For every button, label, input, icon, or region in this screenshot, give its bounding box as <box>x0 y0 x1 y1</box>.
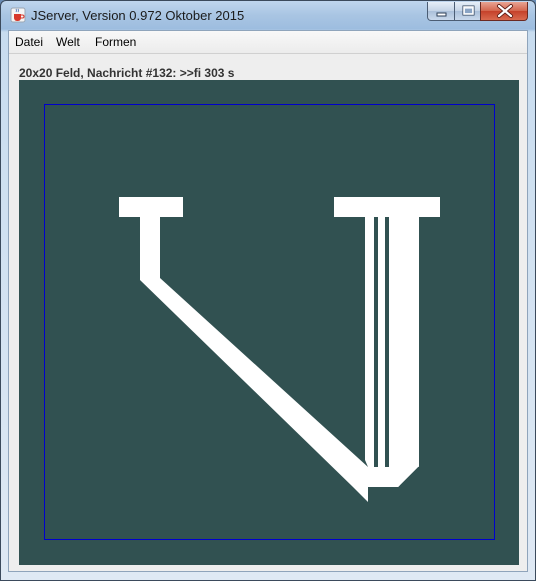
minimize-button[interactable] <box>427 2 455 21</box>
menu-datei[interactable]: Datei <box>15 35 43 49</box>
application-window: JServer, Version 0.972 Oktober 2015 Date… <box>0 0 536 581</box>
menu-bar: Datei Welt Formen <box>9 31 527 54</box>
shape-bottom-foot <box>353 466 419 487</box>
maximize-icon <box>462 5 475 16</box>
maximize-button[interactable] <box>454 2 481 21</box>
window-title: JServer, Version 0.972 Oktober 2015 <box>31 8 245 23</box>
client-area: Datei Welt Formen 20x20 Feld, Nachricht … <box>8 30 528 572</box>
close-icon <box>497 4 513 18</box>
title-bar[interactable]: JServer, Version 0.972 Oktober 2015 <box>1 1 535 30</box>
shape-right-bar <box>334 197 440 217</box>
menu-formen[interactable]: Formen <box>95 35 136 49</box>
menu-welt[interactable]: Welt <box>56 35 80 49</box>
minimize-icon <box>436 12 447 17</box>
board-boundary <box>44 104 495 540</box>
close-button[interactable] <box>480 2 528 21</box>
board-shape <box>119 197 440 502</box>
shape-diagonal <box>140 217 368 502</box>
java-cup-icon[interactable] <box>10 7 26 23</box>
status-message: 20x20 Feld, Nachricht #132: >>fi 303 s <box>19 66 235 80</box>
shape-left-bar <box>119 197 183 217</box>
game-board[interactable] <box>19 80 519 565</box>
